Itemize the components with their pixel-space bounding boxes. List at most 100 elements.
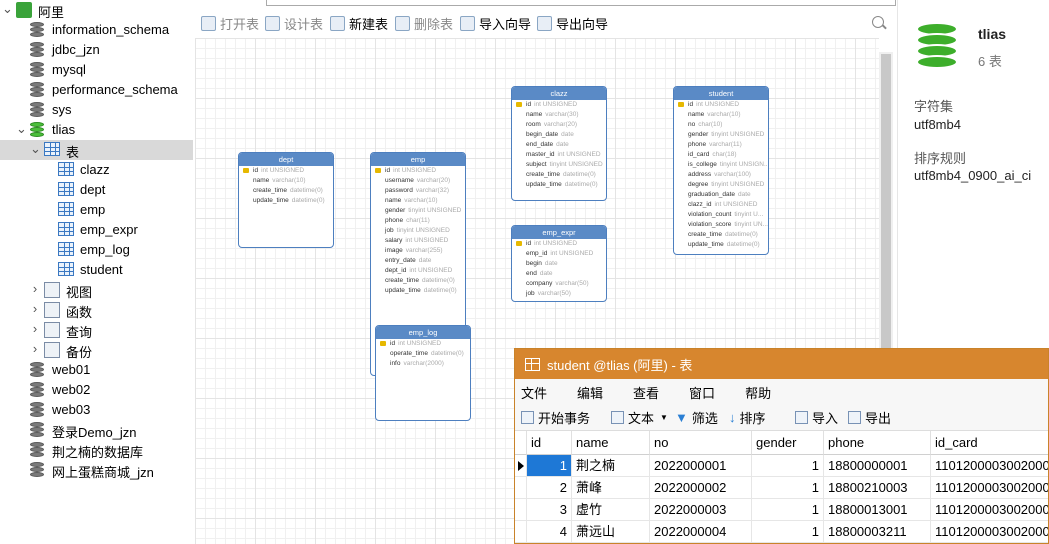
cell-name[interactable]: 萧远山 bbox=[572, 521, 650, 543]
cell-id[interactable]: 2 bbox=[527, 477, 572, 499]
tree-table-emp_expr[interactable]: emp_expr bbox=[0, 220, 193, 240]
cell-phone[interactable]: 18800210003 bbox=[824, 477, 931, 499]
tree-node-backup[interactable]: › 备份 bbox=[0, 340, 193, 360]
tree-table-clazz[interactable]: clazz bbox=[0, 160, 193, 180]
new-table-button[interactable]: 新建表 bbox=[330, 14, 388, 33]
tree-table-student[interactable]: student bbox=[0, 260, 193, 280]
tree-db-sys[interactable]: sys bbox=[0, 100, 193, 120]
scrollbar-thumb[interactable] bbox=[881, 54, 891, 354]
er-field-name: id bbox=[688, 101, 694, 108]
search-icon[interactable] bbox=[872, 16, 884, 28]
cell-id_card[interactable]: 110120000300200001 bbox=[931, 455, 1048, 477]
delete-table-button[interactable]: 删除表 bbox=[395, 14, 453, 33]
tree-node-function[interactable]: › 函数 bbox=[0, 300, 193, 320]
cell-name[interactable]: 荆之楠 bbox=[572, 455, 650, 477]
cell-name[interactable]: 虚竹 bbox=[572, 499, 650, 521]
er-field-type: varchar(10) bbox=[707, 111, 741, 118]
er-field: salary int UNSIGNED bbox=[371, 236, 465, 246]
tree-node-view[interactable]: › 视图 bbox=[0, 280, 193, 300]
menu-item-1[interactable]: 编辑 bbox=[577, 383, 603, 402]
cell-name[interactable]: 萧峰 bbox=[572, 477, 650, 499]
cell-gender[interactable]: 1 bbox=[752, 499, 824, 521]
filter-button[interactable]: ▼ 筛选 bbox=[675, 408, 718, 427]
er-table-emp_expr[interactable]: emp_expr id int UNSIGNED emp_id int UNSIGNED… bbox=[511, 225, 607, 302]
column-header-phone[interactable]: phone bbox=[824, 431, 931, 455]
tree-db-tlias[interactable]: ⌄ tlias bbox=[0, 120, 193, 140]
tree-tables-node[interactable]: ⌄ 表 bbox=[0, 140, 193, 160]
tree-db-bottom[interactable]: web02 bbox=[0, 380, 193, 400]
cell-id[interactable]: 4 bbox=[527, 521, 572, 543]
er-field-name: create_time bbox=[253, 187, 287, 194]
er-table-emp_log[interactable]: emp_log id int UNSIGNED operate_time datetim… bbox=[375, 325, 471, 421]
database-icon bbox=[30, 442, 44, 458]
column-header-id[interactable]: id bbox=[527, 431, 572, 455]
tree-table-emp[interactable]: emp bbox=[0, 200, 193, 220]
chevron-right-icon[interactable]: › bbox=[30, 302, 40, 315]
import-button[interactable]: 导入 bbox=[795, 408, 838, 427]
cell-no[interactable]: 2022000004 bbox=[650, 521, 752, 543]
row-marker bbox=[515, 455, 527, 477]
menu-item-2[interactable]: 查看 bbox=[633, 383, 659, 402]
er-table-dept[interactable]: dept id int UNSIGNED name varchar(10) create_… bbox=[238, 152, 334, 248]
cell-no[interactable]: 2022000001 bbox=[650, 455, 752, 477]
cell-phone[interactable]: 18800013001 bbox=[824, 499, 931, 521]
table-row[interactable]: 3 虚竹 2022000003 1 18800013001 110120000300200… bbox=[515, 499, 1048, 521]
er-field: image varchar(255) bbox=[371, 246, 465, 256]
import-wizard-button[interactable]: 导入向导 bbox=[460, 14, 531, 33]
chevron-down-icon[interactable]: ⌄ bbox=[2, 2, 13, 15]
sort-button[interactable]: ↓ 排序 bbox=[729, 408, 766, 427]
cell-id_card[interactable]: 110120000300200002 bbox=[931, 477, 1048, 499]
open-table-button[interactable]: 打开表 bbox=[201, 14, 259, 33]
table-row[interactable]: 2 萧峰 2022000002 1 18800210003 110120000300200… bbox=[515, 477, 1048, 499]
cell-id_card[interactable]: 110120000300200004 bbox=[931, 521, 1048, 543]
er-field: name varchar(10) bbox=[239, 176, 333, 186]
table-row[interactable]: 4 萧远山 2022000004 1 18800003211 11012000030020… bbox=[515, 521, 1048, 543]
window-titlebar[interactable]: student @tlias (阿里) - 表 bbox=[515, 349, 1048, 379]
column-header-id_card[interactable]: id_card bbox=[931, 431, 1048, 455]
chevron-right-icon[interactable]: › bbox=[30, 322, 40, 335]
cell-id_card[interactable]: 110120000300200003 bbox=[931, 499, 1048, 521]
menu-item-4[interactable]: 帮助 bbox=[745, 383, 771, 402]
cell-no[interactable]: 2022000003 bbox=[650, 499, 752, 521]
tree-db-bottom[interactable]: 登录Demo_jzn bbox=[0, 420, 193, 440]
tree-connection[interactable]: ⌄ 阿里 bbox=[0, 0, 193, 20]
chevron-down-icon[interactable]: ⌄ bbox=[30, 142, 41, 155]
cell-gender[interactable]: 1 bbox=[752, 477, 824, 499]
menu-item-3[interactable]: 窗口 bbox=[689, 383, 715, 402]
tree-table-emp_log[interactable]: emp_log bbox=[0, 240, 193, 260]
text-button[interactable]: 文本 ▼ bbox=[611, 408, 668, 427]
chevron-right-icon[interactable]: › bbox=[30, 282, 40, 295]
tree-db-information_schema[interactable]: information_schema bbox=[0, 20, 193, 40]
cell-phone[interactable]: 18800003211 bbox=[824, 521, 931, 543]
menu-item-0[interactable]: 文件 bbox=[521, 383, 547, 402]
database-icon bbox=[916, 22, 958, 70]
chevron-down-icon[interactable]: ⌄ bbox=[16, 122, 27, 135]
column-header-name[interactable]: name bbox=[572, 431, 650, 455]
cell-id[interactable]: 3 bbox=[527, 499, 572, 521]
export-wizard-button[interactable]: 导出向导 bbox=[537, 14, 608, 33]
tree-db-bottom[interactable]: web03 bbox=[0, 400, 193, 420]
cell-phone[interactable]: 18800000001 bbox=[824, 455, 931, 477]
table-row[interactable]: 1 荆之楠 2022000001 1 18800000001 11012000030020… bbox=[515, 455, 1048, 477]
chevron-right-icon[interactable]: › bbox=[30, 342, 40, 355]
cell-gender[interactable]: 1 bbox=[752, 455, 824, 477]
er-table-student[interactable]: student id int UNSIGNED name varchar(10) no ch… bbox=[673, 86, 769, 255]
tree-node-query[interactable]: › 查询 bbox=[0, 320, 193, 340]
export-button[interactable]: 导出 bbox=[848, 408, 891, 427]
begin-transaction-button[interactable]: 开始事务 bbox=[521, 408, 590, 427]
tree-db-bottom[interactable]: 网上蛋糕商城_jzn bbox=[0, 460, 193, 480]
tree-db-bottom[interactable]: web01 bbox=[0, 360, 193, 380]
cell-gender[interactable]: 1 bbox=[752, 521, 824, 543]
tree-db-bottom[interactable]: 荆之楠的数据库 bbox=[0, 440, 193, 460]
tree-table-dept[interactable]: dept bbox=[0, 180, 193, 200]
design-table-button[interactable]: 设计表 bbox=[265, 14, 323, 33]
tree-db-mysql[interactable]: mysql bbox=[0, 60, 193, 80]
tree-db-jdbc_jzn[interactable]: jdbc_jzn bbox=[0, 40, 193, 60]
column-header-no[interactable]: no bbox=[650, 431, 752, 455]
collation-value: utf8mb4_0900_ai_ci bbox=[914, 168, 1032, 183]
tree-db-performance_schema[interactable]: performance_schema bbox=[0, 80, 193, 100]
column-header-gender[interactable]: gender bbox=[752, 431, 824, 455]
er-table-clazz[interactable]: clazz id int UNSIGNED name varchar(30) room va… bbox=[511, 86, 607, 201]
cell-id[interactable]: 1 bbox=[527, 455, 572, 477]
cell-no[interactable]: 2022000002 bbox=[650, 477, 752, 499]
